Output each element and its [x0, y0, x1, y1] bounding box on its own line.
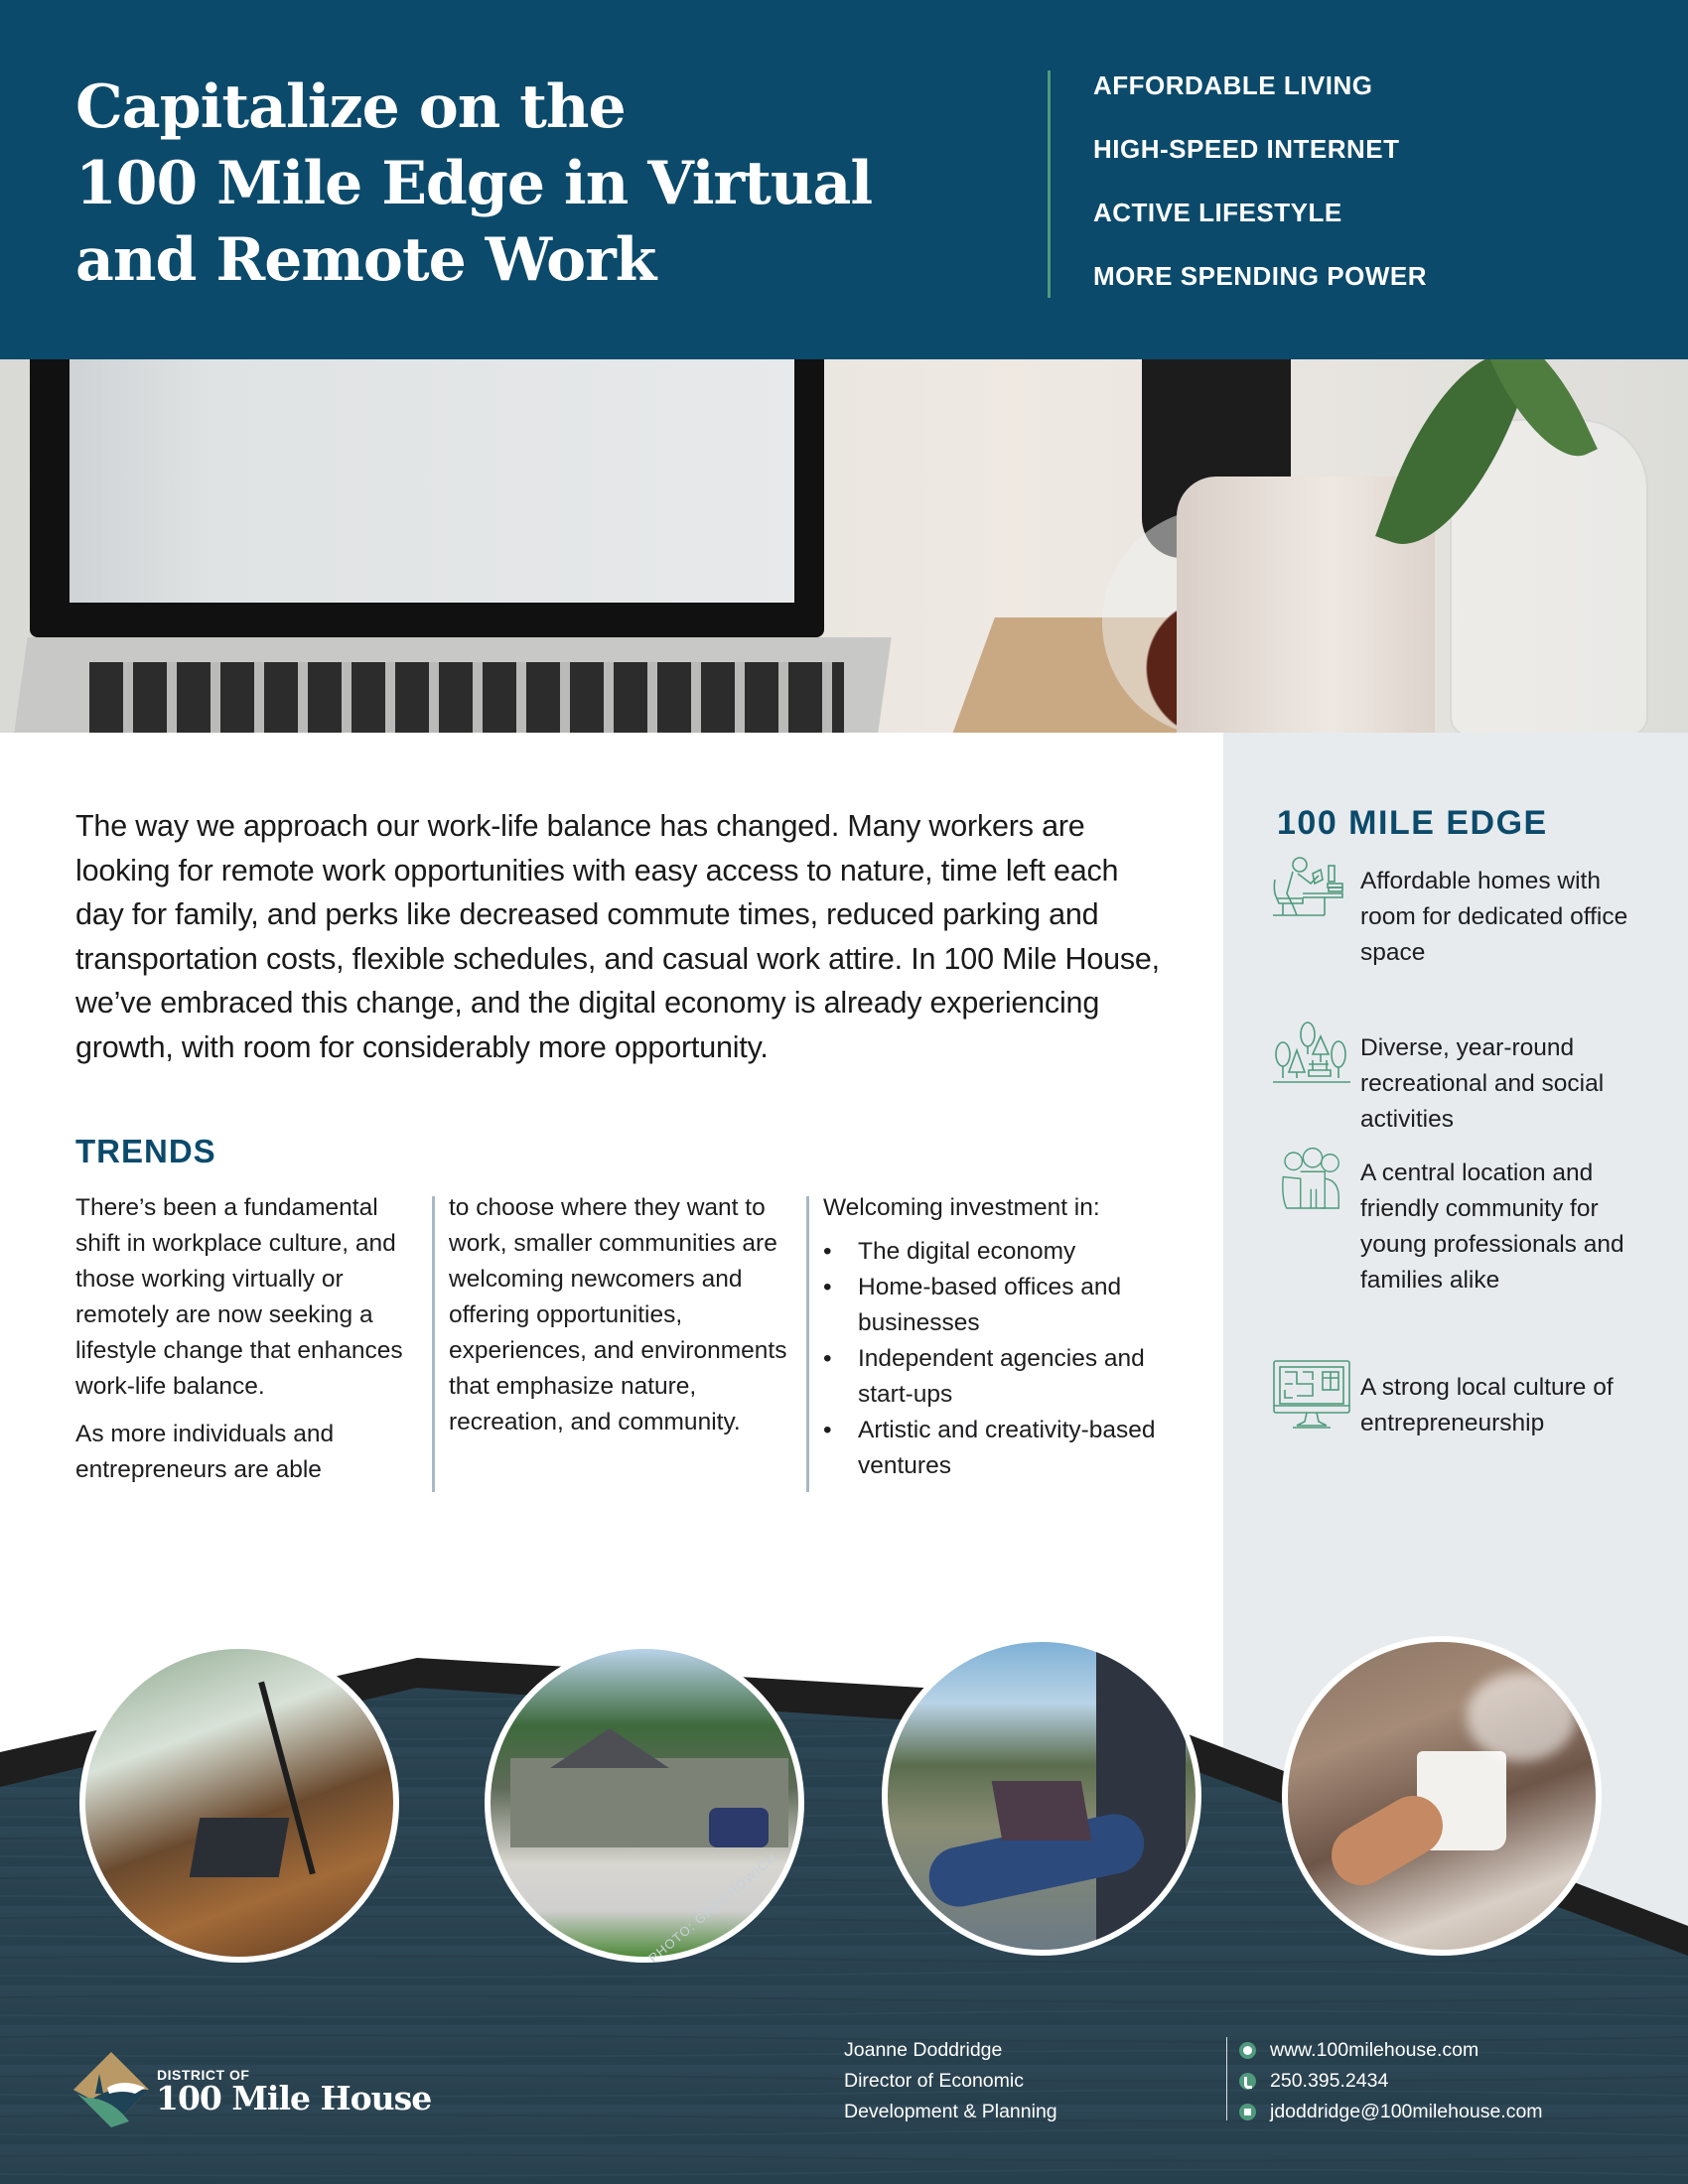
tag-divider [1048, 70, 1051, 298]
tag-active-lifestyle: ACTIVE LIFESTYLE [1093, 198, 1342, 227]
investment-list: The digital economy Home-based offices a… [823, 1234, 1181, 1484]
laptop-shape [189, 1818, 290, 1877]
laptop-screen [30, 359, 824, 637]
contact-title: Director of Economic [844, 2070, 1024, 2092]
website-link[interactable]: www.100milehouse.com [1270, 2035, 1478, 2066]
edge-heading: 100 MILE EDGE [1277, 804, 1548, 842]
home-office-icon [1273, 857, 1343, 916]
intro-paragraph: The way we approach our work-life balanc… [75, 809, 1160, 1064]
list-item: Independent agencies and start-ups [823, 1341, 1181, 1413]
list-item: The digital economy [823, 1234, 1181, 1270]
hero-image [0, 359, 1688, 733]
contact-email[interactable]: jdoddridge@100milehouse.com [1239, 2097, 1543, 2127]
person-shape [1096, 1642, 1186, 1950]
district-logo-icon [73, 2052, 149, 2127]
edge-item-text: A central location and friendly communit… [1360, 1160, 1624, 1294]
trends-column-3: Welcoming investment in: The digital eco… [823, 1190, 1181, 1484]
photo-house-driveway [485, 1643, 804, 1963]
title-line: 100 Mile Edge in Virtual [75, 149, 873, 218]
contact-website[interactable]: www.100milehouse.com [1239, 2035, 1543, 2066]
trends-paragraph: There’s been a fundamental shift in work… [75, 1194, 403, 1400]
trends-paragraph: to choose where they want to work, small… [449, 1194, 787, 1435]
trends-column-1: There’s been a fundamental shift in work… [75, 1190, 413, 1488]
roof-shape [550, 1728, 669, 1768]
edge-item-text: Affordable homes with room for dedicated… [1360, 868, 1628, 966]
column-divider [432, 1196, 435, 1492]
phone-icon [1239, 2073, 1256, 2090]
investment-lead: Welcoming investment in: [823, 1194, 1100, 1221]
tag-high-speed-internet: HIGH-SPEED INTERNET [1093, 134, 1400, 164]
trends-paragraph: As more individuals and entrepreneurs ar… [75, 1421, 335, 1483]
contact-title: Development & Planning [844, 2101, 1057, 2122]
globe-icon [1239, 2042, 1256, 2059]
car-shape [709, 1808, 769, 1847]
laptop-shape [991, 1781, 1092, 1841]
phone-number[interactable]: 250.395.2434 [1270, 2066, 1388, 2097]
header-banner: Capitalize on the 100 Mile Edge in Virtu… [0, 0, 1688, 359]
title-line: Capitalize on the [75, 72, 627, 142]
benefit-tags: AFFORDABLE LIVING HIGH-SPEED INTERNET AC… [1093, 69, 1427, 324]
trends-column-2: to choose where they want to work, small… [449, 1190, 796, 1440]
computer-monitor-icon [1273, 1360, 1350, 1429]
edge-item-text: A strong local culture of entrepreneursh… [1360, 1374, 1614, 1436]
page-title: Capitalize on the 100 Mile Edge in Virtu… [75, 69, 969, 299]
logo-name: 100 Mile House [156, 2079, 432, 2117]
tag-spending-power: MORE SPENDING POWER [1093, 261, 1427, 291]
list-item: Artistic and creativity-based ventures [823, 1413, 1181, 1484]
title-line: and Remote Work [75, 225, 656, 295]
contact-phone[interactable]: 250.395.2434 [1239, 2066, 1543, 2097]
trends-heading: TRENDS [75, 1133, 216, 1169]
list-item: Home-based offices and businesses [823, 1270, 1181, 1341]
column-divider [806, 1196, 809, 1492]
park-trees-icon [1273, 1022, 1350, 1083]
tag-affordable-living: AFFORDABLE LIVING [1093, 70, 1373, 100]
contact-divider [1226, 2037, 1227, 2120]
contact-list: www.100milehouse.com 250.395.2434 jdoddr… [1239, 2035, 1543, 2127]
photo-coffee-mug [1282, 1636, 1602, 1956]
steam-shape [1467, 1672, 1576, 1761]
contact-person: Joanne Doddridge Director of Economic De… [844, 2035, 1057, 2127]
email-icon [1239, 2104, 1256, 2120]
laptop-keys [89, 662, 844, 733]
contact-name: Joanne Doddridge [844, 2039, 1003, 2061]
email-link[interactable]: jdoddridge@100milehouse.com [1270, 2097, 1543, 2127]
photo-laptop-outdoors [882, 1636, 1201, 1956]
edge-item-text: Diverse, year-round recreational and soc… [1360, 1034, 1605, 1133]
photo-home-office [79, 1643, 399, 1963]
family-icon [1282, 1147, 1339, 1209]
